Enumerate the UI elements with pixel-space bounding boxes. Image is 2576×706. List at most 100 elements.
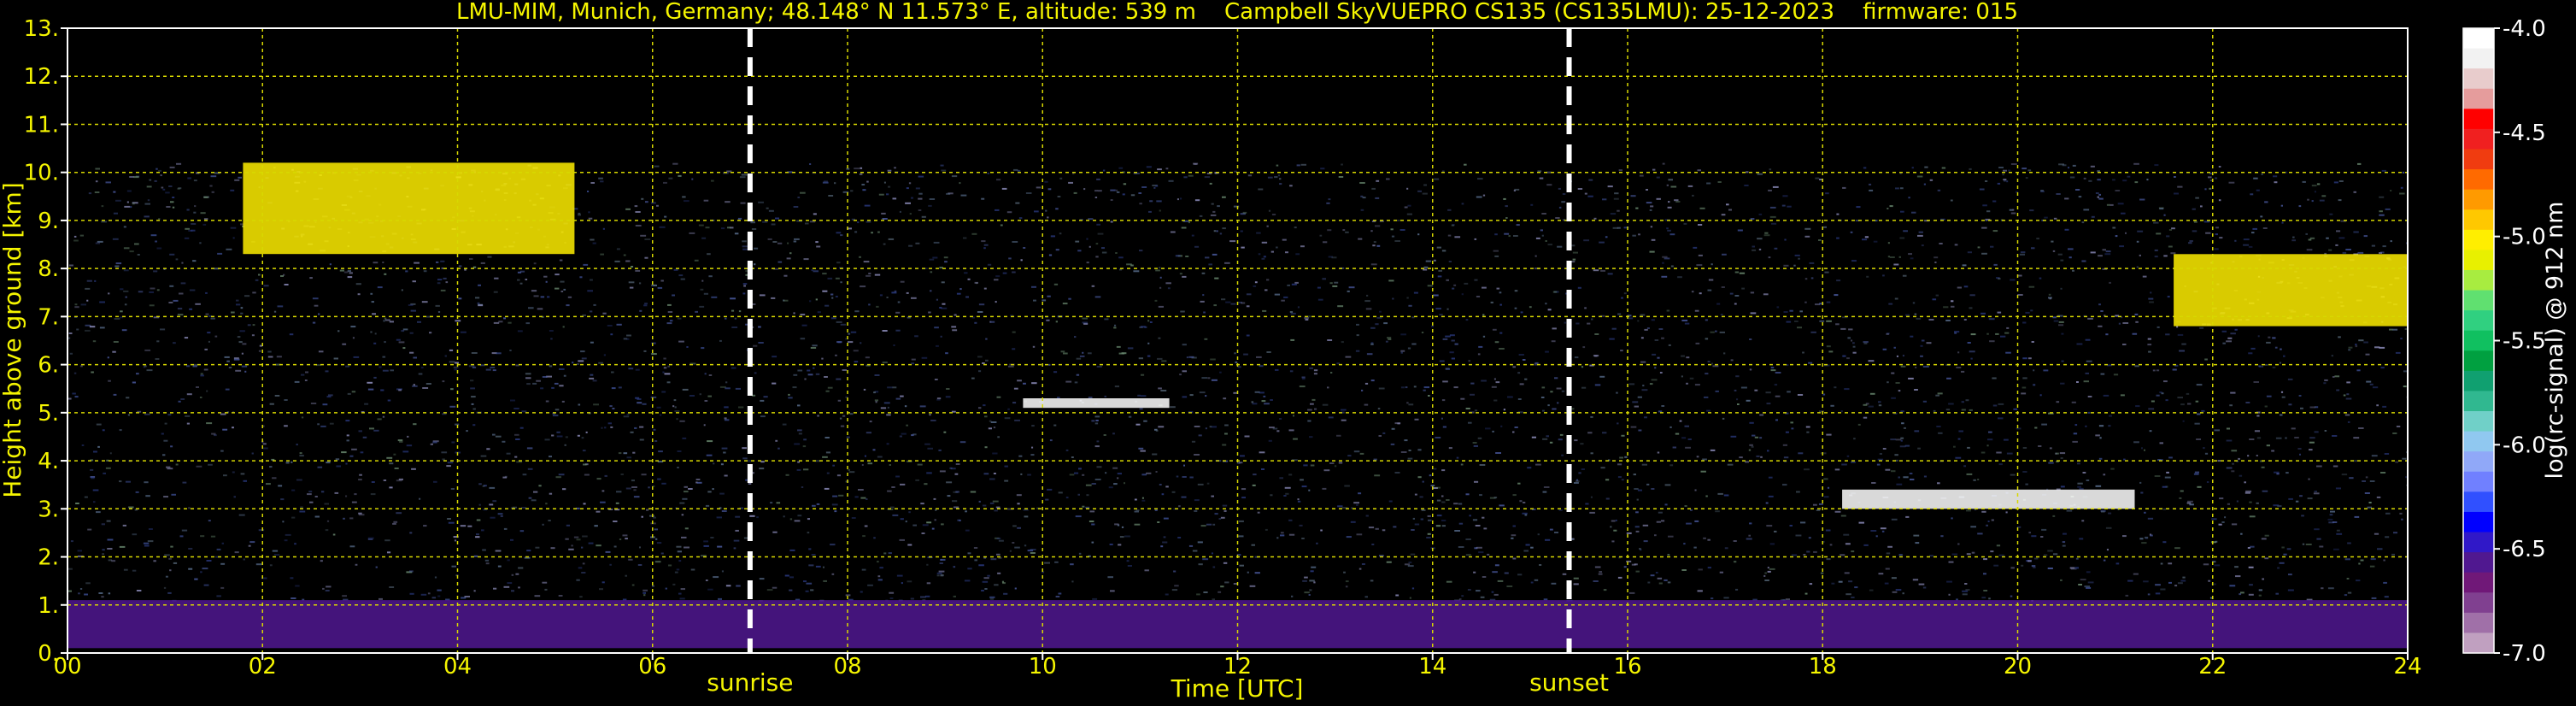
noise-speckle — [1375, 225, 1381, 227]
noise-speckle — [1661, 520, 1665, 522]
noise-speckle — [864, 525, 868, 527]
noise-speckle — [981, 590, 984, 591]
noise-speckle — [1705, 319, 1708, 321]
noise-speckle — [2341, 474, 2348, 476]
noise-speckle — [967, 568, 972, 570]
noise-speckle — [644, 256, 648, 259]
noise-speckle — [2134, 365, 2139, 368]
noise-speckle — [442, 413, 447, 415]
noise-speckle — [1581, 366, 1584, 368]
noise-speckle — [1447, 209, 1452, 211]
noise-speckle — [1769, 568, 1775, 570]
noise-speckle — [1212, 566, 1216, 568]
noise-speckle — [108, 592, 111, 595]
noise-speckle — [1211, 552, 1213, 555]
noise-speckle — [983, 287, 987, 290]
noise-speckle — [587, 191, 590, 192]
noise-speckle — [2149, 430, 2152, 432]
noise-speckle — [1408, 304, 1412, 307]
noise-speckle — [1482, 576, 1487, 578]
noise-speckle — [1698, 254, 1703, 256]
noise-speckle — [635, 269, 641, 272]
noise-speckle — [1637, 396, 1642, 398]
noise-speckle — [1094, 445, 1100, 448]
noise-speckle — [940, 574, 944, 576]
noise-speckle — [2403, 385, 2407, 388]
noise-speckle — [707, 491, 712, 493]
noise-speckle — [1757, 238, 1763, 240]
noise-speckle — [1016, 494, 1022, 497]
noise-speckle — [954, 473, 959, 475]
noise-speckle — [258, 350, 261, 352]
noise-speckle — [860, 497, 866, 499]
noise-speckle — [1427, 285, 1434, 287]
noise-speckle — [1847, 337, 1851, 339]
noise-speckle — [651, 202, 656, 204]
noise-speckle — [918, 175, 924, 178]
noise-speckle — [384, 539, 390, 542]
noise-speckle — [2133, 162, 2139, 165]
noise-speckle — [1446, 499, 1450, 501]
noise-speckle — [804, 378, 807, 380]
noise-speckle — [607, 422, 612, 425]
colorbar-segment — [2463, 88, 2494, 109]
noise-speckle — [2365, 353, 2370, 356]
noise-speckle — [1491, 591, 1494, 593]
noise-speckle — [723, 451, 726, 454]
noise-speckle — [1882, 448, 1887, 450]
noise-speckle — [1423, 386, 1430, 389]
noise-speckle — [2286, 472, 2289, 474]
noise-speckle — [2256, 455, 2258, 456]
noise-speckle — [2326, 237, 2329, 239]
noise-speckle — [1902, 274, 1907, 277]
noise-speckle — [754, 263, 756, 266]
noise-speckle — [2061, 360, 2064, 362]
noise-speckle — [1723, 352, 1726, 355]
noise-speckle — [223, 474, 227, 477]
noise-speckle — [1786, 321, 1792, 323]
noise-speckle — [2321, 195, 2327, 197]
noise-speckle — [1683, 222, 1687, 225]
noise-speckle — [193, 211, 197, 214]
noise-speckle — [168, 302, 173, 303]
noise-speckle — [2074, 567, 2079, 569]
noise-speckle — [406, 444, 413, 447]
noise-speckle — [1905, 515, 1910, 518]
noise-speckle — [866, 498, 868, 500]
noise-speckle — [360, 451, 364, 454]
noise-speckle — [1600, 467, 1605, 469]
noise-speckle — [162, 188, 166, 191]
noise-speckle — [1055, 249, 1059, 251]
noise-speckle — [2180, 403, 2185, 406]
noise-speckle — [2123, 458, 2126, 461]
noise-speckle — [417, 321, 421, 323]
noise-speckle — [940, 335, 942, 338]
noise-speckle — [2280, 204, 2283, 207]
noise-speckle — [1280, 534, 1285, 537]
noise-speckle — [992, 500, 999, 503]
noise-speckle — [2379, 346, 2385, 349]
noise-speckle — [1159, 286, 1162, 289]
noise-speckle — [392, 522, 396, 525]
noise-speckle — [1345, 580, 1349, 583]
noise-speckle — [1617, 422, 1619, 425]
noise-speckle — [725, 381, 728, 384]
noise-speckle — [589, 310, 593, 313]
noise-speckle — [1341, 163, 1343, 166]
noise-speckle — [1091, 420, 1095, 422]
noise-speckle — [1652, 168, 1656, 171]
noise-speckle — [989, 420, 992, 422]
noise-speckle — [1772, 185, 1779, 188]
noise-speckle — [1364, 596, 1368, 598]
noise-speckle — [1256, 232, 1261, 234]
noise-speckle — [910, 597, 914, 600]
noise-speckle — [1748, 449, 1752, 451]
noise-speckle — [1785, 598, 1790, 601]
y-tick-label: 1. — [38, 593, 59, 619]
noise-speckle — [1251, 544, 1255, 546]
noise-speckle — [1163, 536, 1166, 538]
noise-speckle — [485, 368, 491, 371]
noise-speckle — [2006, 452, 2013, 455]
noise-speckle — [1004, 417, 1011, 420]
noise-speckle — [2347, 421, 2350, 423]
